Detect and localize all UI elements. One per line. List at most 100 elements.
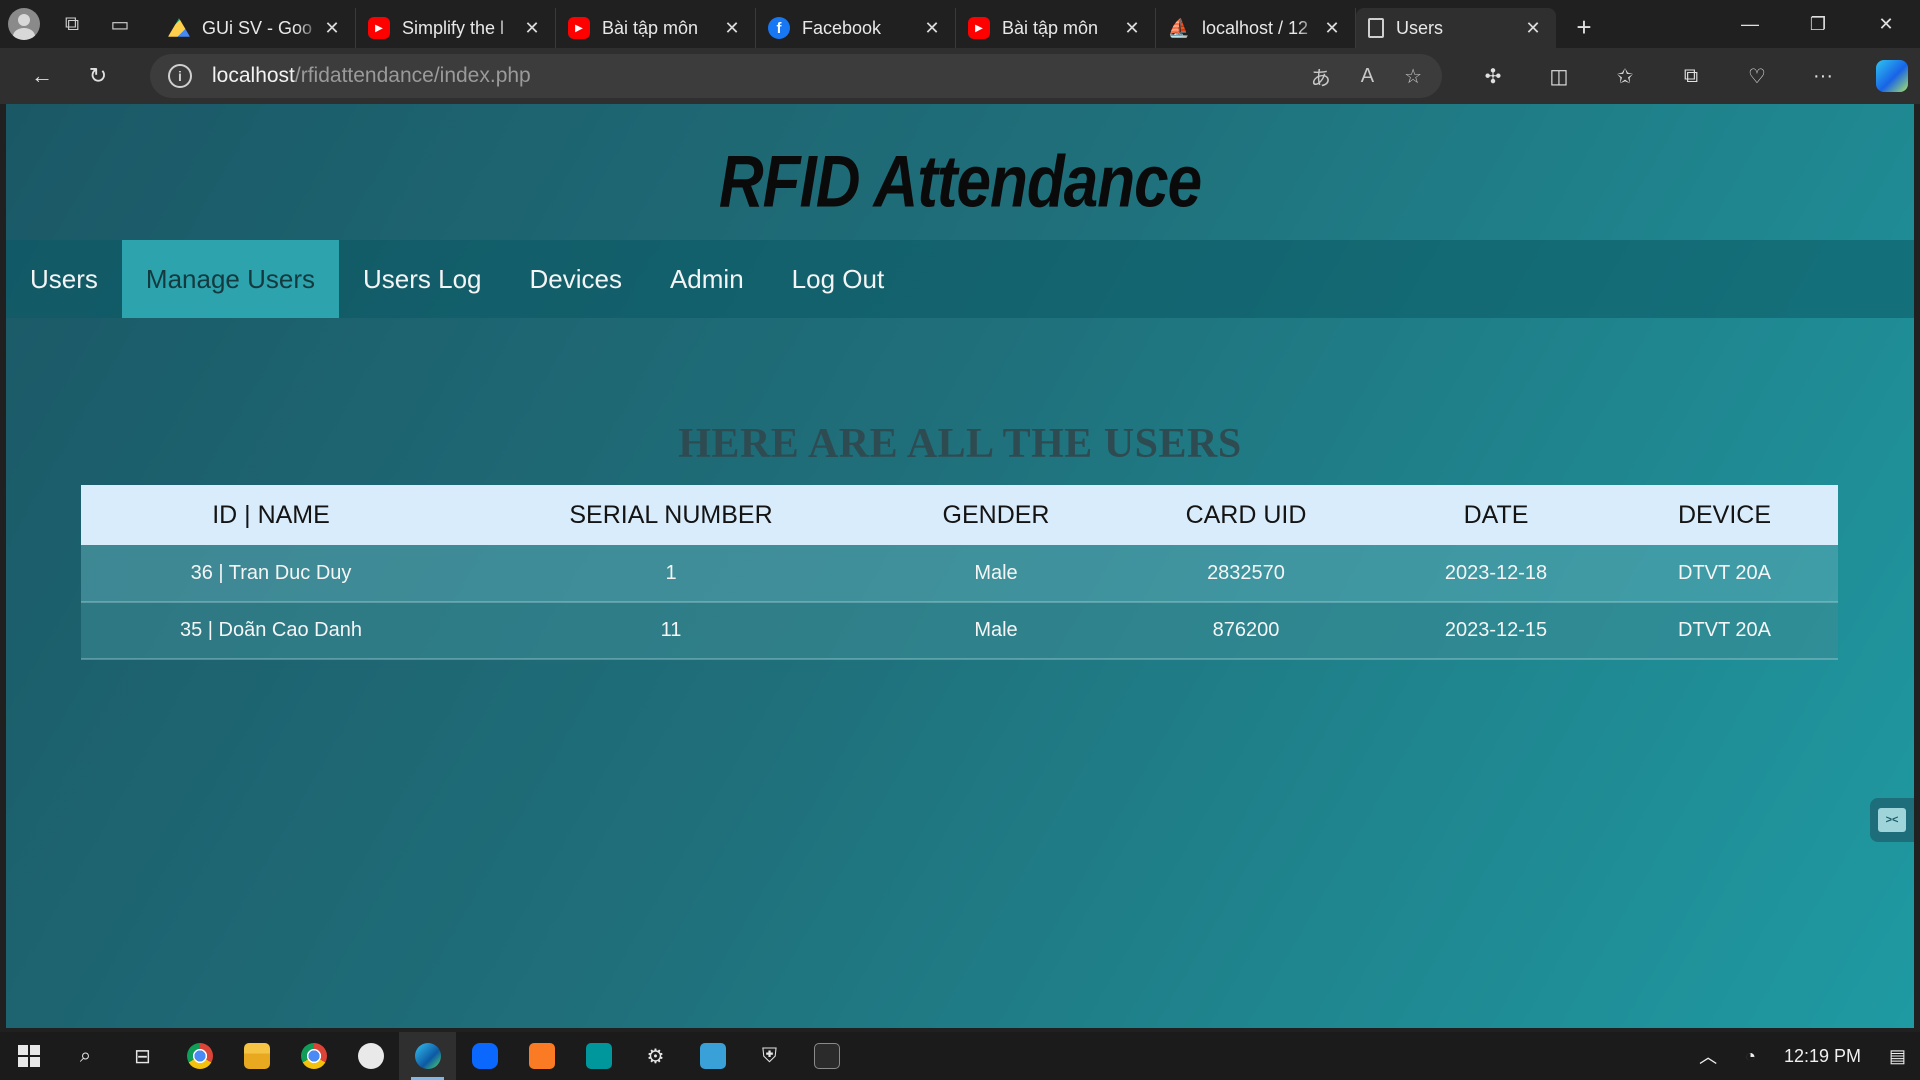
- tab-title: GUi SV - Goo: [202, 17, 313, 38]
- browser-tab[interactable]: ⛵ localhost / 12 ✕: [1156, 8, 1356, 48]
- windows-logo-icon: [17, 1045, 40, 1067]
- split-screen-icon[interactable]: ◫: [1526, 64, 1592, 89]
- nav-devices[interactable]: Devices: [505, 240, 645, 318]
- chevron-up-icon[interactable]: ︿: [1685, 1043, 1731, 1069]
- tab-actions-icon[interactable]: ▭: [96, 0, 144, 48]
- column-header: SERIAL NUMBER: [461, 485, 881, 545]
- wifi-icon[interactable]: ◔: [1731, 1046, 1770, 1067]
- youtube-icon: ▶: [368, 17, 390, 39]
- cell-id-name: 36 | Tran Duc Duy: [81, 545, 461, 603]
- chrome-icon[interactable]: [171, 1032, 228, 1080]
- terminal-icon[interactable]: [798, 1032, 855, 1080]
- cell-id-name: 35 | Doãn Cao Danh: [81, 602, 461, 660]
- browser-tab[interactable]: ▶ Bài tập môn ✕: [556, 8, 756, 48]
- minimize-icon[interactable]: —: [1716, 0, 1784, 48]
- back-icon[interactable]: ←: [14, 48, 70, 104]
- search-icon[interactable]: ⌕: [57, 1032, 114, 1080]
- column-header: CARD UID: [1111, 485, 1381, 545]
- cell-serial-number: 11: [461, 602, 881, 660]
- url-path: /rfidattendance/index.php: [294, 64, 531, 87]
- nav-users-log[interactable]: Users Log: [339, 240, 506, 318]
- side-panel-toggle[interactable]: ><: [1870, 798, 1914, 842]
- cell-date: 2023-12-18: [1381, 545, 1611, 603]
- table-row[interactable]: 35 | Doãn Cao Danh 11 Male 876200 2023-1…: [81, 602, 1838, 660]
- section-title: HERE ARE ALL THE USERS: [678, 421, 1242, 467]
- close-tab-icon[interactable]: ✕: [1522, 18, 1544, 39]
- window-controls: — ❐ ✕: [1716, 0, 1920, 48]
- youtube-icon: ▶: [968, 17, 990, 39]
- nav-log-out[interactable]: Log Out: [768, 240, 909, 318]
- browser-tab[interactable]: ▶ Bài tập môn ✕: [956, 8, 1156, 48]
- app-store-icon[interactable]: [342, 1032, 399, 1080]
- security-shield-icon[interactable]: ⛨: [741, 1032, 798, 1080]
- close-tab-icon[interactable]: ✕: [721, 18, 743, 39]
- tab-strip: GUi SV - Goo ✕ ▶ Simplify the l ✕ ▶ Bài …: [156, 0, 1606, 48]
- site-nav: Users Manage Users Users Log Devices Adm…: [6, 240, 1914, 318]
- xampp-icon[interactable]: [513, 1032, 570, 1080]
- task-view-icon[interactable]: ⊟: [114, 1032, 171, 1080]
- zalo-icon[interactable]: [456, 1032, 513, 1080]
- tab-title: Users: [1396, 17, 1444, 38]
- close-tab-icon[interactable]: ✕: [921, 18, 943, 39]
- phpmyadmin-icon: ⛵: [1167, 17, 1191, 38]
- edge-icon[interactable]: [399, 1032, 456, 1080]
- google-drive-icon: [168, 18, 190, 37]
- site-title: RFID Attendance: [718, 141, 1202, 223]
- browser-essentials-icon[interactable]: ♡: [1724, 64, 1790, 89]
- new-tab-button[interactable]: +: [1562, 7, 1606, 47]
- remote-desktop-icon[interactable]: [684, 1032, 741, 1080]
- profile-button[interactable]: [0, 0, 48, 48]
- site-header: RFID Attendance: [6, 104, 1914, 240]
- page-icon: [1368, 18, 1384, 38]
- close-tab-icon[interactable]: ✕: [1121, 18, 1143, 39]
- collections-icon[interactable]: ⧉: [1658, 65, 1724, 88]
- refresh-icon[interactable]: ↻: [70, 48, 126, 104]
- more-menu-icon[interactable]: ···: [1790, 65, 1856, 88]
- column-header: GENDER: [881, 485, 1111, 545]
- omnibox-actions: あ A ☆: [1311, 54, 1422, 98]
- nav-users[interactable]: Users: [6, 240, 122, 318]
- youtube-icon: ▶: [568, 17, 590, 39]
- browser-tab-active[interactable]: Users ✕: [1356, 8, 1556, 48]
- translate-icon[interactable]: あ: [1311, 62, 1331, 91]
- extensions-icon[interactable]: ✣: [1460, 64, 1526, 89]
- cell-card-uid: 876200: [1111, 602, 1381, 660]
- table-row[interactable]: 36 | Tran Duc Duy 1 Male 2832570 2023-12…: [81, 545, 1838, 603]
- nav-manage-users[interactable]: Manage Users: [121, 240, 339, 318]
- address-url[interactable]: localhost/rfidattendance/index.php: [212, 64, 531, 88]
- browser-tab[interactable]: f Facebook ✕: [756, 8, 956, 48]
- column-header: DATE: [1381, 485, 1611, 545]
- windows-taskbar: ⌕ ⊟ ⚙ ⛨ ︿ ◔ 12:19 PM ▤: [0, 1032, 1920, 1080]
- notifications-icon[interactable]: ▤: [1875, 1046, 1920, 1067]
- arduino-icon[interactable]: [570, 1032, 627, 1080]
- restore-icon[interactable]: ❐: [1784, 0, 1852, 48]
- cell-card-uid: 2832570: [1111, 545, 1381, 603]
- read-aloud-icon[interactable]: A: [1361, 65, 1374, 88]
- browser-toolbar: ← ↻ i localhost/rfidattendance/index.php…: [0, 48, 1920, 104]
- close-tab-icon[interactable]: ✕: [521, 18, 543, 39]
- browser-tab[interactable]: GUi SV - Goo ✕: [156, 8, 356, 48]
- start-button[interactable]: [0, 1032, 57, 1080]
- toolbar-actions: ✣ ◫ ✩ ⧉ ♡ ···: [1460, 48, 1856, 104]
- clock[interactable]: 12:19 PM: [1770, 1046, 1875, 1067]
- users-table: ID | NAME SERIAL NUMBER GENDER CARD UID …: [81, 485, 1838, 660]
- close-tab-icon[interactable]: ✕: [321, 18, 343, 39]
- column-header: DEVICE: [1611, 485, 1838, 545]
- favorite-star-icon[interactable]: ☆: [1404, 64, 1422, 89]
- browser-tab[interactable]: ▶ Simplify the l ✕: [356, 8, 556, 48]
- system-tray: ︿ ◔ 12:19 PM ▤: [1685, 1032, 1920, 1080]
- tab-title: localhost / 12: [1202, 17, 1309, 38]
- chrome-alt-icon[interactable]: [285, 1032, 342, 1080]
- close-icon[interactable]: ✕: [1852, 0, 1920, 48]
- column-header: ID | NAME: [81, 485, 461, 545]
- workspaces-icon[interactable]: ⧉: [48, 0, 96, 48]
- close-tab-icon[interactable]: ✕: [1321, 18, 1343, 39]
- profile-avatar-icon: [8, 8, 40, 40]
- favorites-icon[interactable]: ✩: [1592, 64, 1658, 89]
- site-info-icon[interactable]: i: [168, 64, 192, 88]
- settings-gear-icon[interactable]: ⚙: [627, 1032, 684, 1080]
- nav-admin[interactable]: Admin: [646, 240, 768, 318]
- file-explorer-icon[interactable]: [228, 1032, 285, 1080]
- address-bar[interactable]: i localhost/rfidattendance/index.php あ A…: [150, 54, 1442, 98]
- copilot-icon[interactable]: [1876, 60, 1908, 92]
